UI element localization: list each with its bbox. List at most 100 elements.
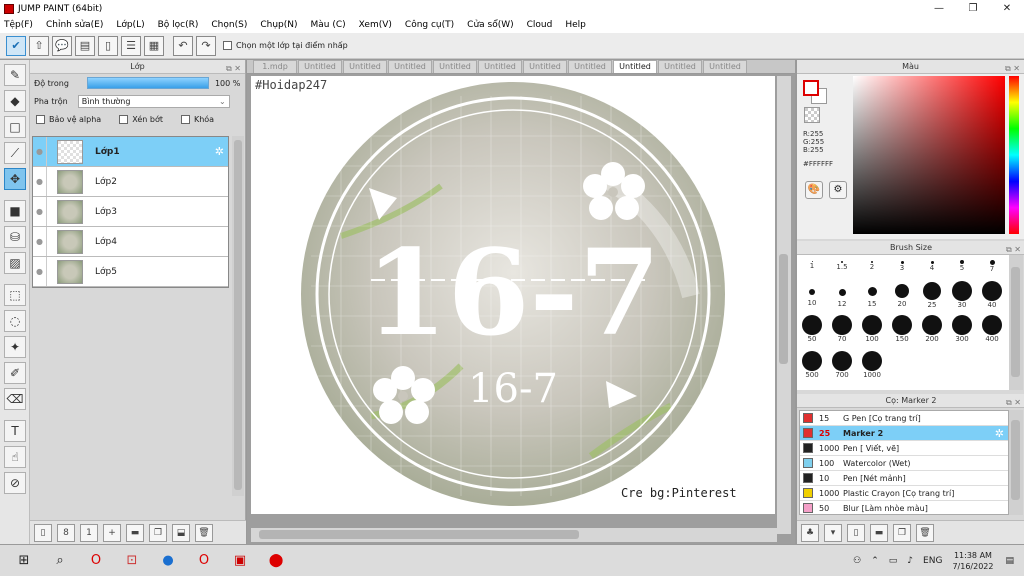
layer-row[interactable]: ● Lớp1 ✲ (33, 137, 228, 167)
brush-item[interactable]: 1000 Plastic Crayon [Cọ trang trí] (800, 486, 1008, 501)
tab-document[interactable]: Untitled (298, 60, 342, 73)
brush-size-cell[interactable]: 150 (887, 315, 917, 343)
tab-document[interactable]: Untitled (343, 60, 387, 73)
new-layer-icon[interactable]: ▯ (34, 523, 52, 542)
bucket-tool-icon[interactable]: ⛁ (4, 226, 26, 248)
brush-size-cell[interactable]: 20 (887, 281, 917, 308)
export-icon[interactable]: ⇧ (29, 35, 49, 56)
brush-size-cell[interactable]: 70 (827, 315, 857, 343)
brush-add-icon[interactable]: ♣ (801, 523, 819, 542)
clock[interactable]: 11:38 AM 7/16/2022 (952, 550, 993, 572)
menu-tools[interactable]: Công cụ(T) (405, 20, 454, 30)
brush-folder-icon[interactable]: ▬ (870, 523, 888, 542)
brush-size-cell[interactable]: 7 (977, 257, 1007, 273)
eraser-tool-icon[interactable]: ◆ (4, 90, 26, 112)
record-icon[interactable]: ⬤ (264, 549, 288, 573)
grid-check-icon[interactable]: ▦ (144, 35, 164, 56)
opacity-slider[interactable] (86, 77, 209, 89)
select-eraser-icon[interactable]: ⌫ (4, 388, 26, 410)
brush-size-cell[interactable]: 1.5 (827, 257, 857, 271)
list-icon[interactable]: ☰ (121, 35, 141, 56)
minimize-button[interactable]: — (922, 0, 956, 17)
brush-size-cell[interactable]: 12 (827, 281, 857, 308)
menu-view[interactable]: Xem(V) (359, 20, 392, 30)
people-icon[interactable]: ⚇ (853, 556, 861, 566)
add-layer-menu-icon[interactable]: + (103, 523, 121, 542)
magic-wand-icon[interactable]: ✦ (4, 336, 26, 358)
panel-popout-icon[interactable]: ⧉ ✕ (226, 62, 241, 76)
brush-size-scrollbar[interactable] (1009, 255, 1023, 390)
tab-document[interactable]: Untitled (433, 60, 477, 73)
canvas-horizontal-scrollbar[interactable] (251, 528, 777, 542)
brush-item[interactable]: 100 Watercolor (Wet) (800, 456, 1008, 471)
brush-size-cell[interactable]: 100 (857, 315, 887, 343)
brush-list-scrollbar[interactable] (1009, 410, 1023, 515)
canvas-vertical-scrollbar[interactable] (777, 76, 791, 534)
brush-size-cell[interactable]: 25 (917, 281, 947, 309)
layer-row[interactable]: ● Lớp4 (33, 227, 228, 257)
pick-layer-checkbox[interactable] (223, 41, 232, 50)
page-icon[interactable]: ▯ (98, 35, 118, 56)
brush-item[interactable]: 15 G Pen [Cọ trang trí] (800, 411, 1008, 426)
select-pen-icon[interactable]: ✐ (4, 362, 26, 384)
rect-select-icon[interactable]: ⬚ (4, 284, 26, 306)
line-tool-icon[interactable]: ⟋ (4, 142, 26, 164)
visibility-icon[interactable]: ● (33, 257, 47, 286)
brush-item[interactable]: 25 Marker 2 ✲ (800, 426, 1008, 441)
hue-slider[interactable] (1009, 76, 1019, 234)
menu-cloud[interactable]: Cloud (527, 20, 553, 30)
tab-document[interactable]: Untitled (703, 60, 747, 73)
maximize-button[interactable]: ❐ (956, 0, 990, 17)
move-tool-icon[interactable]: ✥ (4, 168, 26, 190)
brush-duplicate-icon[interactable]: ❐ (893, 523, 911, 542)
brush-size-cell[interactable]: 300 (947, 315, 977, 343)
menu-window[interactable]: Cửa sổ(W) (467, 20, 513, 30)
language-indicator[interactable]: ENG (923, 556, 942, 566)
duplicate-layer-icon[interactable]: ❐ (149, 523, 167, 542)
brush-size-cell[interactable]: 2 (857, 257, 887, 271)
brush-item[interactable]: 50 Blur [Làm nhòe màu] (800, 501, 1008, 514)
brush-size-cell[interactable]: 5 (947, 257, 977, 272)
folder-icon[interactable]: ▬ (126, 523, 144, 542)
brush-size-cell[interactable]: 4 (917, 257, 947, 272)
trash-icon[interactable]: 🗑 (916, 523, 934, 542)
visibility-icon[interactable]: ● (33, 167, 47, 196)
redo-icon[interactable]: ↷ (196, 35, 216, 56)
tab-document[interactable]: Untitled (478, 60, 522, 73)
search-icon[interactable]: ⌕ (48, 549, 72, 573)
brush-item[interactable]: 1000 Pen [ Viết, vẽ] (800, 441, 1008, 456)
saturation-value-picker[interactable] (853, 76, 1005, 234)
tab-document[interactable]: 1.mdp (253, 60, 297, 73)
volume-icon[interactable]: ♪ (907, 556, 913, 566)
palette-icon[interactable]: 🎨 (805, 181, 823, 199)
tab-document[interactable]: Untitled (388, 60, 432, 73)
drawing-canvas[interactable]: 16-7 16-7 #Hoidap247 Cre bg:Pinterest (251, 76, 775, 514)
blend-select[interactable]: Bình thường ⌄ (77, 94, 230, 108)
brush-size-cell[interactable]: 15 (857, 281, 887, 308)
brush-size-cell[interactable]: 40 (977, 281, 1007, 309)
brush-size-cell[interactable]: 3 (887, 257, 917, 272)
brush-size-cell[interactable]: 30 (947, 281, 977, 309)
gear-icon[interactable]: ✲ (215, 145, 224, 158)
chevron-up-icon[interactable]: ⌃ (871, 556, 879, 566)
visibility-icon[interactable]: ● (33, 227, 47, 256)
brush-size-cell[interactable]: 50 (797, 315, 827, 343)
opera-gx-icon[interactable]: O (192, 549, 216, 573)
brush-tool-icon[interactable]: ✎ (4, 64, 26, 86)
menu-color[interactable]: Màu (C) (311, 20, 346, 30)
notification-icon[interactable]: ▤ (1005, 556, 1014, 566)
brush-settings-icon[interactable]: ▯ (847, 523, 865, 542)
panel-popout-icon[interactable]: ⧉ ✕ (1006, 396, 1021, 410)
palette-settings-icon[interactable]: ⚙ (829, 181, 847, 199)
gradient-tool-icon[interactable]: ▨ (4, 252, 26, 274)
visibility-icon[interactable]: ● (33, 197, 47, 226)
fill-rect-tool-icon[interactable]: ■ (4, 200, 26, 222)
new-layer-8bit-icon[interactable]: 8 (57, 523, 75, 542)
tab-document[interactable]: Untitled (523, 60, 567, 73)
menu-file[interactable]: Tệp(F) (4, 20, 33, 30)
app-grid-icon[interactable]: ⊡ (120, 549, 144, 573)
brush-size-cell[interactable]: 1 (797, 257, 827, 270)
brush-menu-icon[interactable]: ▾ (824, 523, 842, 542)
brush-size-cell[interactable]: 200 (917, 315, 947, 343)
protect-alpha-checkbox[interactable] (36, 114, 45, 124)
